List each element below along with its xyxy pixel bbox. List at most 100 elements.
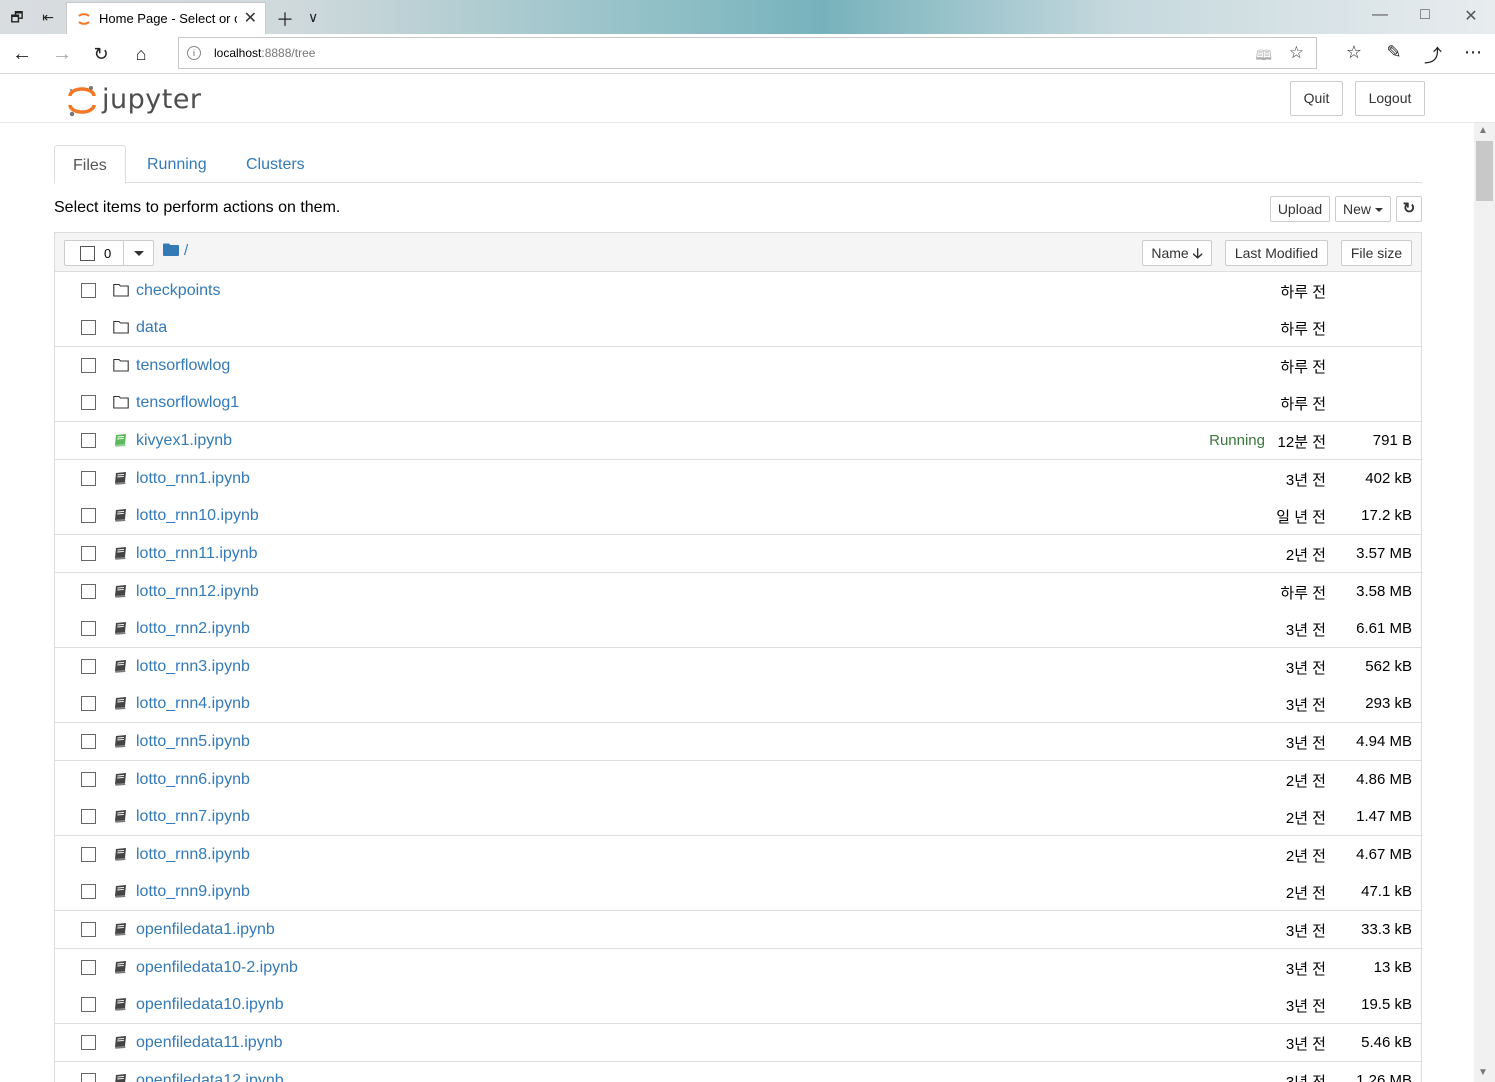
notebook-link[interactable]: lotto_rnn10.ipynb: [136, 507, 259, 525]
list-item[interactable]: lotto_rnn1.ipynb 3년 전 402 kB: [55, 460, 1421, 498]
reading-view-icon[interactable]: 🕮: [1255, 45, 1272, 69]
list-item[interactable]: openfiledata10-2.ipynb 3년 전 13 kB: [55, 949, 1421, 987]
folder-link[interactable]: tensorflowlog: [136, 357, 230, 375]
folder-home-icon[interactable]: [163, 243, 179, 256]
list-item[interactable]: lotto_rnn4.ipynb 3년 전 293 kB: [55, 685, 1421, 723]
favorites-hub-icon[interactable]: ☆: [1342, 42, 1366, 63]
notebook-link[interactable]: lotto_rnn5.ipynb: [136, 733, 250, 751]
notebook-link[interactable]: kivyex1.ipynb: [136, 432, 232, 450]
home-icon[interactable]: ⌂: [129, 42, 153, 66]
tab-manager-icon[interactable]: 🗗: [9, 9, 25, 25]
web-note-icon[interactable]: ✎: [1382, 42, 1406, 63]
site-info-icon[interactable]: i: [187, 46, 201, 60]
list-item[interactable]: lotto_rnn2.ipynb 3년 전 6.61 MB: [55, 610, 1421, 648]
item-checkbox[interactable]: [81, 997, 96, 1012]
page-scrollbar[interactable]: ▲ ▼: [1474, 123, 1495, 1082]
item-checkbox[interactable]: [81, 1035, 96, 1050]
new-tab-icon[interactable]: ＋: [276, 6, 294, 32]
upload-button[interactable]: Upload: [1270, 196, 1330, 222]
folder-link[interactable]: data: [136, 319, 167, 337]
notebook-link[interactable]: openfiledata10-2.ipynb: [136, 959, 298, 977]
item-checkbox[interactable]: [81, 546, 96, 561]
tab-close-icon[interactable]: ✕: [244, 8, 257, 28]
logout-button[interactable]: Logout: [1355, 81, 1425, 116]
item-checkbox[interactable]: [81, 395, 96, 410]
sort-by-name-button[interactable]: Name 🡣: [1142, 240, 1212, 266]
sort-by-size-button[interactable]: File size: [1341, 240, 1412, 266]
notebook-link[interactable]: lotto_rnn1.ipynb: [136, 470, 250, 488]
new-button[interactable]: New: [1335, 196, 1391, 222]
more-menu-icon[interactable]: ⋯: [1461, 42, 1485, 63]
breadcrumb-root[interactable]: /: [184, 242, 188, 259]
notebook-link[interactable]: lotto_rnn8.ipynb: [136, 846, 250, 864]
tab-files[interactable]: Files: [54, 145, 126, 184]
address-bar[interactable]: i localhost:8888/tree 🕮 ☆: [178, 37, 1317, 69]
list-item[interactable]: lotto_rnn7.ipynb 2년 전 1.47 MB: [55, 798, 1421, 836]
item-checkbox[interactable]: [81, 922, 96, 937]
list-item[interactable]: tensorflowlog 하루 전: [55, 347, 1421, 385]
select-dropdown-button[interactable]: [123, 240, 154, 266]
item-checkbox[interactable]: [81, 696, 96, 711]
notebook-link[interactable]: lotto_rnn9.ipynb: [136, 883, 250, 901]
item-checkbox[interactable]: [81, 621, 96, 636]
notebook-link[interactable]: lotto_rnn11.ipynb: [136, 545, 258, 563]
list-item[interactable]: lotto_rnn12.ipynb 하루 전 3.58 MB: [55, 573, 1421, 611]
item-checkbox[interactable]: [81, 283, 96, 298]
list-item[interactable]: lotto_rnn3.ipynb 3년 전 562 kB: [55, 648, 1421, 686]
list-item[interactable]: lotto_rnn8.ipynb 2년 전 4.67 MB: [55, 836, 1421, 874]
scroll-thumb[interactable]: [1476, 141, 1493, 201]
refresh-list-button[interactable]: ↻: [1396, 196, 1422, 222]
share-icon[interactable]: ⤴: [1421, 42, 1445, 68]
notebook-link[interactable]: openfiledata1.ipynb: [136, 921, 275, 939]
list-item[interactable]: openfiledata11.ipynb 3년 전 5.46 kB: [55, 1024, 1421, 1062]
list-item[interactable]: checkpoints 하루 전: [55, 272, 1421, 310]
scroll-up-icon[interactable]: ▲: [1478, 125, 1488, 136]
item-checkbox[interactable]: [81, 433, 96, 448]
list-item[interactable]: lotto_rnn6.ipynb 2년 전 4.86 MB: [55, 761, 1421, 799]
list-item[interactable]: openfiledata10.ipynb 3년 전 19.5 kB: [55, 986, 1421, 1024]
favorite-star-icon[interactable]: ☆: [1289, 43, 1304, 63]
notebook-link[interactable]: openfiledata11.ipynb: [136, 1034, 283, 1052]
list-item[interactable]: lotto_rnn9.ipynb 2년 전 47.1 kB: [55, 873, 1421, 911]
list-item[interactable]: data 하루 전: [55, 309, 1421, 347]
notebook-link[interactable]: openfiledata12.ipynb: [136, 1072, 284, 1082]
notebook-link[interactable]: lotto_rnn2.ipynb: [136, 620, 250, 638]
item-checkbox[interactable]: [81, 772, 96, 787]
item-checkbox[interactable]: [81, 358, 96, 373]
folder-link[interactable]: checkpoints: [136, 282, 221, 300]
url-text[interactable]: localhost:8888/tree: [214, 46, 315, 60]
item-checkbox[interactable]: [81, 1073, 96, 1082]
sort-by-modified-button[interactable]: Last Modified: [1225, 240, 1328, 266]
list-item[interactable]: lotto_rnn5.ipynb 3년 전 4.94 MB: [55, 723, 1421, 761]
list-item[interactable]: lotto_rnn11.ipynb 2년 전 3.57 MB: [55, 535, 1421, 573]
item-checkbox[interactable]: [81, 884, 96, 899]
tab-running[interactable]: Running: [129, 145, 225, 183]
item-checkbox[interactable]: [81, 508, 96, 523]
maximize-icon[interactable]: □: [1402, 6, 1448, 24]
item-checkbox[interactable]: [81, 320, 96, 335]
item-checkbox[interactable]: [81, 809, 96, 824]
list-item[interactable]: tensorflowlog1 하루 전: [55, 384, 1421, 422]
item-checkbox[interactable]: [81, 471, 96, 486]
refresh-icon[interactable]: ↻: [89, 42, 113, 66]
list-item[interactable]: kivyex1.ipynb Running 12분 전 791 B: [55, 422, 1421, 460]
tab-preview-chevron-icon[interactable]: ∨: [308, 9, 318, 26]
item-checkbox[interactable]: [81, 847, 96, 862]
jupyter-logo[interactable]: jupyter: [66, 80, 201, 118]
forward-icon[interactable]: →: [50, 42, 74, 66]
back-icon[interactable]: ←: [10, 42, 34, 66]
list-item[interactable]: openfiledata1.ipynb 3년 전 33.3 kB: [55, 911, 1421, 949]
browser-tab-active[interactable]: Home Page - Select or c ✕: [66, 2, 266, 34]
tab-clusters[interactable]: Clusters: [228, 145, 323, 183]
notebook-link[interactable]: lotto_rnn7.ipynb: [136, 808, 250, 826]
quit-button[interactable]: Quit: [1290, 81, 1343, 116]
notebook-link[interactable]: lotto_rnn3.ipynb: [136, 658, 250, 676]
minimize-icon[interactable]: —: [1357, 6, 1403, 24]
notebook-link[interactable]: lotto_rnn6.ipynb: [136, 771, 250, 789]
folder-link[interactable]: tensorflowlog1: [136, 394, 239, 412]
list-item[interactable]: openfiledata12.ipynb 3년 전 1.26 MB: [55, 1062, 1421, 1082]
item-checkbox[interactable]: [81, 584, 96, 599]
item-checkbox[interactable]: [81, 659, 96, 674]
scroll-down-icon[interactable]: ▼: [1478, 1067, 1488, 1078]
item-checkbox[interactable]: [81, 734, 96, 749]
